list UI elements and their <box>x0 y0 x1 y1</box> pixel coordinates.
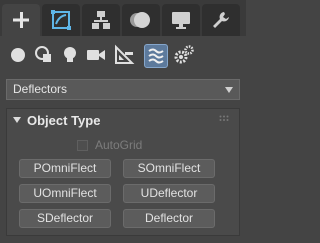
shapes-icon <box>35 46 51 62</box>
object-type-rollout: Object Type AutoGrid POmniFlect SOmniFle… <box>6 108 240 236</box>
rollout-header[interactable]: Object Type <box>7 109 239 133</box>
display-icon <box>172 12 190 29</box>
wrench-icon <box>213 12 229 28</box>
subcategory-selected: Deflectors <box>13 82 68 96</box>
somniflect-button[interactable]: SOmniFlect <box>123 159 215 178</box>
autogrid-label: AutoGrid <box>95 138 143 152</box>
autogrid-checkbox[interactable] <box>77 139 88 151</box>
category-geometry[interactable] <box>6 43 30 67</box>
category-lights[interactable] <box>58 43 82 67</box>
category-systems[interactable] <box>172 43 196 67</box>
chevron-down-icon <box>225 87 233 93</box>
category-toolbar <box>0 36 246 76</box>
udeflector-button[interactable]: UDeflector <box>123 184 215 203</box>
helpers-icon <box>115 44 135 64</box>
grip-icon[interactable] <box>219 115 229 123</box>
category-cameras[interactable] <box>84 43 108 67</box>
sdeflector-button[interactable]: SDeflector <box>19 209 111 228</box>
autogrid-option: AutoGrid <box>77 138 142 152</box>
motion-icon <box>130 12 150 28</box>
sphere-icon <box>11 48 25 62</box>
category-helpers[interactable] <box>112 43 136 67</box>
camera-icon <box>87 50 105 60</box>
tab-utilities[interactable] <box>202 4 240 36</box>
pomniflect-button[interactable]: POmniFlect <box>19 159 111 178</box>
category-space-warps[interactable] <box>144 44 168 68</box>
hierarchy-icon <box>92 11 110 29</box>
deflector-button[interactable]: Deflector <box>123 209 215 228</box>
tab-motion[interactable] <box>122 4 160 36</box>
space-warp-icon <box>148 48 164 64</box>
subcategory-dropdown[interactable]: Deflectors <box>6 79 240 100</box>
plus-icon <box>13 12 29 28</box>
collapse-arrow-icon <box>13 117 21 123</box>
tab-display[interactable] <box>162 4 200 36</box>
tab-modify[interactable] <box>42 4 80 36</box>
rollout-title: Object Type <box>27 113 101 128</box>
category-shapes[interactable] <box>32 43 56 67</box>
modify-icon <box>51 10 71 30</box>
bulb-icon <box>64 47 76 62</box>
gears-icon <box>174 45 194 64</box>
tab-create[interactable] <box>2 4 40 36</box>
tab-hierarchy[interactable] <box>82 4 120 36</box>
uomniflect-button[interactable]: UOmniFlect <box>19 184 111 203</box>
command-panel-tabs <box>0 0 246 36</box>
